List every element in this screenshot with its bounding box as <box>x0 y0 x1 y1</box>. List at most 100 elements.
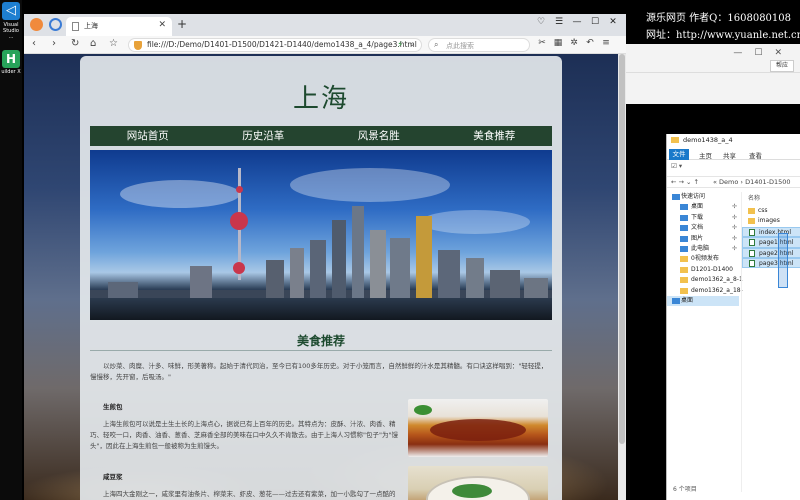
close-button[interactable]: ✕ <box>604 17 622 27</box>
reload-icon[interactable]: ↻ <box>71 38 79 49</box>
pin-icon[interactable]: ✢ <box>732 244 737 254</box>
pin-icon[interactable]: ✢ <box>732 234 737 244</box>
nav-arrows-icon[interactable]: ← → ⌄ ↑ <box>671 178 699 186</box>
chevron-down-icon[interactable]: ⌄ <box>409 40 415 48</box>
file-row[interactable]: page1.html <box>742 237 800 248</box>
shirt-icon[interactable]: ♡ <box>532 17 550 27</box>
file-name: page2.html <box>759 249 794 257</box>
nav-item[interactable]: 快速访问 <box>667 192 739 202</box>
building <box>290 248 304 300</box>
nav-item-label: 0视频发布 <box>691 255 719 263</box>
nav-item[interactable]: 下载 ✢ <box>667 213 739 223</box>
nav-item[interactable]: D1201-D1400 <box>667 265 739 275</box>
ribbon-tab-share[interactable]: 共享 <box>723 150 736 160</box>
search-placeholder: 点此搜索 <box>446 42 474 50</box>
scrollbar[interactable] <box>618 54 626 500</box>
gear-icon[interactable]: ✲ <box>566 38 582 48</box>
location-icon <box>680 225 688 232</box>
food-photo <box>408 466 548 500</box>
scissors-icon[interactable]: ✂ <box>534 38 550 48</box>
nav-item[interactable]: 文档 ✢ <box>667 223 739 233</box>
background-window-button[interactable]: 帮应 <box>770 60 794 72</box>
nav-item-label: 图片 <box>691 234 704 242</box>
window-controls: ♡ ☰ — ☐ ✕ <box>532 17 622 27</box>
search-box[interactable]: ⌕ 点此搜索 <box>428 38 530 52</box>
nav-item[interactable]: 桌面 ✢ <box>667 202 739 212</box>
menu-item-food[interactable]: 美食推荐 <box>437 126 553 146</box>
file-row[interactable]: page3.html <box>742 257 800 269</box>
tab-active[interactable]: 上海 ✕ <box>66 17 172 36</box>
building <box>352 206 364 300</box>
document-icon <box>72 22 79 31</box>
intro-paragraph: 以炒菜、肉糜、汁多、味鲜，形美著称。起始于清代同治，至今已有100多年历史。对于… <box>90 362 548 381</box>
scrollbar-thumb[interactable] <box>619 54 625 444</box>
minimize-button[interactable]: — <box>568 17 586 27</box>
menu-icon[interactable]: ☰ <box>550 17 568 27</box>
river <box>90 298 552 320</box>
compass-icon[interactable] <box>49 18 62 31</box>
pin-icon[interactable]: ✢ <box>732 213 737 223</box>
file-row[interactable]: css <box>742 206 800 216</box>
file-row[interactable]: images <box>742 216 800 226</box>
watermark-line-2: 网址：http://www.yuanle.net.cn/ <box>646 30 800 41</box>
file-row[interactable]: index.html <box>742 226 800 238</box>
location-icon <box>680 235 688 242</box>
grid-icon[interactable]: ▦ <box>550 38 566 48</box>
building <box>524 278 548 300</box>
tab-close-icon[interactable]: ✕ <box>158 20 166 30</box>
maximize-button[interactable]: ☐ <box>586 17 604 27</box>
sauce <box>430 419 526 441</box>
food-name: 咸豆浆 <box>103 473 123 481</box>
status-bar-count: 6 个项目 <box>673 486 697 493</box>
home-icon[interactable]: ⌂ <box>90 38 96 49</box>
browser-window: 上海 ✕ + ♡ ☰ — ☐ ✕ ‹ › ↻ ⌂ ☆ file:///D:/Demo/D… <box>24 14 626 500</box>
location-icon <box>672 194 680 200</box>
address-bar[interactable]: file:///D:/Demo/D1401-D1500/D1421-D1440/… <box>128 38 422 52</box>
lightning-icon[interactable]: ⚡ <box>397 40 403 49</box>
file-row[interactable]: page2.html <box>742 247 800 258</box>
menu-item-home[interactable]: 网站首页 <box>90 126 206 146</box>
back-icon[interactable]: ‹ <box>32 38 36 49</box>
building <box>466 258 484 300</box>
ribbon-tab-file[interactable]: 文件 <box>669 149 689 160</box>
hbuilder-label: uilder X <box>1 69 21 75</box>
browser-logo-icon[interactable] <box>30 18 43 31</box>
menu-item-history[interactable]: 历史沿革 <box>206 126 322 146</box>
nav-item[interactable]: 图片 ✢ <box>667 234 739 244</box>
forward-icon[interactable]: › <box>52 38 56 49</box>
file-list: 名称 css images index.html page1.html page2.ht… <box>741 192 800 492</box>
building <box>438 250 460 300</box>
star-icon[interactable]: ☆ <box>109 38 118 49</box>
search-icon: ⌕ <box>434 40 439 49</box>
background-window-controls[interactable]: —☐✕ <box>733 48 794 58</box>
tab-strip: 上海 ✕ + ♡ ☰ — ☐ ✕ <box>24 14 626 36</box>
nav-item[interactable]: 桌面 <box>667 295 739 307</box>
ribbon-tab-view[interactable]: 查看 <box>749 150 762 160</box>
file-name: images <box>758 217 780 225</box>
food-name: 生煎包 <box>103 403 123 411</box>
menu-item-scenery[interactable]: 风景名胜 <box>321 126 437 146</box>
nav-item[interactable]: 0视频发布 <box>667 254 739 264</box>
food-item: 生煎包 上海生煎包可以说是土生土长的上海点心，据说已有上百年的历史。其特点为：皮… <box>90 401 400 452</box>
column-header-name[interactable]: 名称 <box>742 192 800 206</box>
pin-icon[interactable]: ✢ <box>732 223 737 233</box>
file-name: page1.html <box>759 239 794 247</box>
nav-item[interactable]: 此电脑 ✢ <box>667 244 739 254</box>
more-menu-icon[interactable]: ≡ <box>598 38 614 48</box>
hbuilder-taskbar-button[interactable]: H uilder X <box>0 50 22 80</box>
new-tab-button[interactable]: + <box>177 17 187 31</box>
visual-studio-taskbar-button[interactable]: ◁ Visual Studio ... <box>0 2 22 48</box>
file-name: page3.html <box>759 259 794 267</box>
location-icon <box>680 214 688 221</box>
tower-sphere <box>236 186 243 193</box>
quick-access-toolbar[interactable]: ☑ ▾ <box>671 162 682 170</box>
shield-icon <box>134 41 142 50</box>
nav-item[interactable]: demo1362_a_18- <box>667 286 743 296</box>
address-text: file:///D:/Demo/D1401-D1500/D1421-D1440/… <box>147 40 417 49</box>
ribbon-tab-home[interactable]: 主页 <box>699 150 712 160</box>
pin-icon[interactable]: ✢ <box>732 202 737 212</box>
explorer-address-bar[interactable]: ← → ⌄ ↑ « Demo › D1401-D1500 <box>667 176 800 188</box>
nav-item[interactable]: demo1362_a_8-1 <box>667 275 743 285</box>
folder-icon <box>680 287 688 294</box>
undo-icon[interactable]: ↶ <box>582 38 598 48</box>
